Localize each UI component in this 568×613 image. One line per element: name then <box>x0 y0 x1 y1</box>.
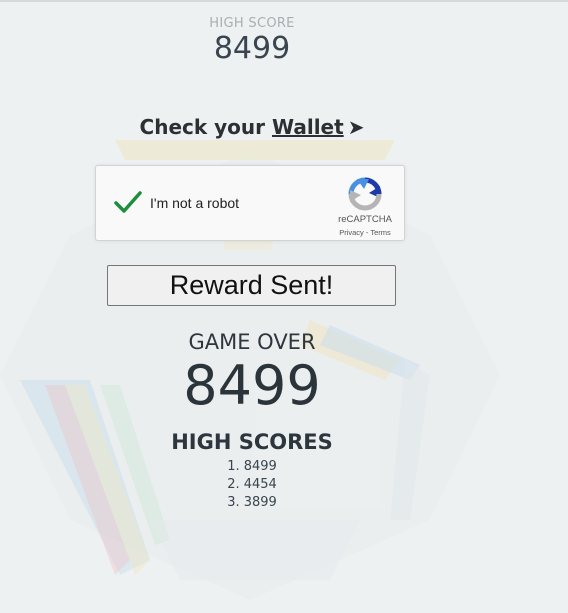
wallet-link[interactable]: Wallet <box>272 115 344 139</box>
high-scores-list: 1. 8499 2. 4454 3. 3899 <box>0 458 504 512</box>
recaptcha-links: Privacy - Terms <box>328 228 402 237</box>
game-over-screen: HIGH SCORE 8499 Check your Wallet ➤ I'm n… <box>0 0 568 613</box>
recaptcha-brand: reCAPTCHA <box>338 214 392 225</box>
high-score-entry: 2. 4454 <box>227 477 277 492</box>
wallet-prompt: Check your Wallet ➤ <box>0 115 504 139</box>
final-score: 8499 <box>183 354 321 417</box>
wallet-prompt-text: Check your <box>139 115 272 139</box>
privacy-link[interactable]: Privacy <box>339 228 364 237</box>
checkmark-icon[interactable] <box>112 186 144 218</box>
game-over-title: GAME OVER <box>188 330 316 354</box>
high-score-entry: 1. 8499 <box>227 459 277 474</box>
high-score-label: HIGH SCORE <box>209 16 295 31</box>
high-score-value: 8499 <box>213 31 291 66</box>
recaptcha-widget: I'm not a robot reCAPTCHA Privacy - Term… <box>95 165 405 241</box>
recaptcha-logo-icon <box>348 177 382 211</box>
captcha-label: I'm not a robot <box>150 195 240 211</box>
reward-sent-button[interactable]: Reward Sent! <box>107 265 396 306</box>
high-scores-title: HIGH SCORES <box>171 430 333 454</box>
arrow-right-icon: ➤ <box>347 115 365 139</box>
high-score-entry: 3. 3899 <box>227 495 277 510</box>
terms-link[interactable]: Terms <box>370 228 390 237</box>
